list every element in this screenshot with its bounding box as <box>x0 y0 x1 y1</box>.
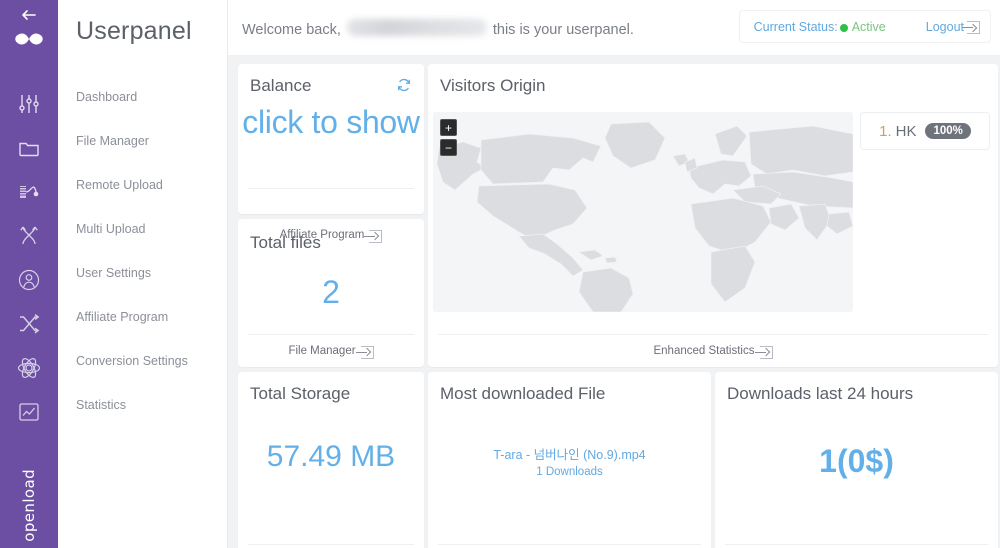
app-root: openload Userpanel Dashboard File Manage… <box>0 0 1000 548</box>
sidebar-item-multi-upload[interactable]: Multi Upload <box>76 220 227 264</box>
logout-arrow-icon <box>962 21 980 34</box>
status-badge: Current Status: Active <box>754 18 886 36</box>
total-storage-card: Total Storage 57.49 MB Conversion Settin… <box>238 372 424 548</box>
status-dot-icon <box>839 23 848 32</box>
map-zoom-controls: + − <box>440 119 457 156</box>
balance-value[interactable]: click to show <box>238 106 424 139</box>
topbar: Welcome back, this is your userpanel. Cu… <box>228 0 1000 55</box>
affiliate-program-label: Affiliate Program <box>279 229 365 241</box>
visitors-origin-title: Visitors Origin <box>440 76 546 95</box>
downloads-24h-card: Downloads last 24 hours 1(0$) 24h before… <box>715 372 998 548</box>
logout-button[interactable]: Logout <box>926 20 980 34</box>
total-files-card-footer: File Manager <box>248 334 414 367</box>
downloads-24h-value: 1(0$) <box>819 443 894 479</box>
enhanced-statistics-link[interactable]: Enhanced Statistics <box>653 345 773 359</box>
most-downloaded-card-footer: See Stats <box>438 544 701 548</box>
welcome-message: Welcome back, this is your userpanel. <box>242 17 634 38</box>
sidebar-item-conversion-settings[interactable]: Conversion Settings <box>76 352 227 396</box>
total-files-value: 2 <box>322 274 340 310</box>
most-downloaded-count: 1 Downloads <box>536 466 603 478</box>
page-title: Userpanel <box>76 17 192 45</box>
world-map-graphic <box>433 112 853 312</box>
atom-icon[interactable] <box>0 346 58 390</box>
infinity-logo-icon[interactable] <box>11 24 47 54</box>
most-downloaded-file-link[interactable]: T-ara - 넘버나인 (No.9).mp4 <box>428 444 711 463</box>
remote-upload-icon[interactable] <box>0 170 58 214</box>
logout-label: Logout <box>925 19 964 34</box>
multi-upload-arrows-icon[interactable] <box>0 214 58 258</box>
user-circle-icon[interactable] <box>0 258 58 302</box>
sidebar-item-affiliate-program[interactable]: Affiliate Program <box>76 308 227 352</box>
origin-percent-badge: 100% <box>925 123 971 139</box>
world-map[interactable]: + − <box>433 112 853 312</box>
total-storage-value: 57.49 MB <box>266 440 396 473</box>
rail-icon-list <box>0 82 58 434</box>
sidebar-item-dashboard[interactable]: Dashboard <box>76 88 227 132</box>
main-content: Welcome back, this is your userpanel. Cu… <box>228 0 1000 548</box>
most-downloaded-file-card: Most downloaded File T-ara - 넘버나인 (No.9)… <box>428 372 711 548</box>
back-arrow-icon[interactable] <box>21 8 37 22</box>
shuffle-icon[interactable] <box>0 302 58 346</box>
icon-rail: openload <box>0 0 58 548</box>
welcome-suffix: this is your userpanel. <box>492 22 634 38</box>
sidebar-item-statistics[interactable]: Statistics <box>76 396 227 440</box>
sliders-icon[interactable] <box>0 82 58 126</box>
map-zoom-in-button[interactable]: + <box>440 119 457 136</box>
downloads-24h-card-footer: 24h before was a bit better (0% down) <box>725 544 988 548</box>
origin-list: 1. HK 100% <box>860 112 990 150</box>
folder-icon[interactable] <box>0 126 58 170</box>
refresh-icon[interactable] <box>397 78 411 92</box>
balance-card: Balance click to show <box>238 64 424 214</box>
visitors-origin-card: Visitors Origin + − 1. HK 100% Enhanced … <box>428 64 998 367</box>
enhanced-statistics-arrow-icon <box>754 345 773 359</box>
sidebar-item-remote-upload[interactable]: Remote Upload <box>76 176 227 220</box>
affiliate-program-link-wrap: Affiliate Program <box>238 225 424 243</box>
sidebar-item-file-manager[interactable]: File Manager <box>76 132 227 176</box>
welcome-prefix: Welcome back, <box>242 22 341 38</box>
origin-country-code: HK <box>895 122 917 140</box>
sidebar-item-user-settings[interactable]: User Settings <box>76 264 227 308</box>
status-bar: Current Status: Active Logout <box>739 11 990 42</box>
total-files-card: Affiliate Program Total files 2 File Man… <box>238 219 424 367</box>
brand-label: openload <box>20 469 38 542</box>
downloads-24h-title: Downloads last 24 hours <box>727 384 914 403</box>
origin-rank: 1. <box>879 122 892 140</box>
most-downloaded-body: T-ara - 넘버나인 (No.9).mp4 1 Downloads <box>428 444 711 478</box>
sidebar-menu: Dashboard File Manager Remote Upload Mul… <box>76 88 227 440</box>
file-manager-link[interactable]: File Manager <box>288 345 374 359</box>
total-storage-card-footer: Conversion Settings <box>248 544 414 548</box>
file-manager-label: File Manager <box>288 345 356 357</box>
map-zoom-out-button[interactable]: − <box>440 139 457 156</box>
affiliate-arrow-icon <box>364 229 383 243</box>
visitors-card-footer: Enhanced Statistics <box>438 334 988 367</box>
affiliate-program-link[interactable]: Affiliate Program <box>279 229 383 243</box>
status-label: Current Status: <box>753 19 838 34</box>
total-storage-title: Total Storage <box>250 384 351 403</box>
status-value: Active <box>851 19 886 34</box>
enhanced-statistics-label: Enhanced Statistics <box>653 345 755 357</box>
file-manager-arrow-icon <box>355 345 374 359</box>
username-redacted <box>346 19 487 36</box>
brand-logo-text: openload <box>0 469 58 542</box>
balance-card-footer <box>248 188 414 214</box>
chart-icon[interactable] <box>0 390 58 434</box>
origin-list-item[interactable]: 1. HK 100% <box>860 112 990 150</box>
sidebar: Userpanel Dashboard File Manager Remote … <box>58 0 228 548</box>
most-downloaded-title: Most downloaded File <box>440 384 606 403</box>
